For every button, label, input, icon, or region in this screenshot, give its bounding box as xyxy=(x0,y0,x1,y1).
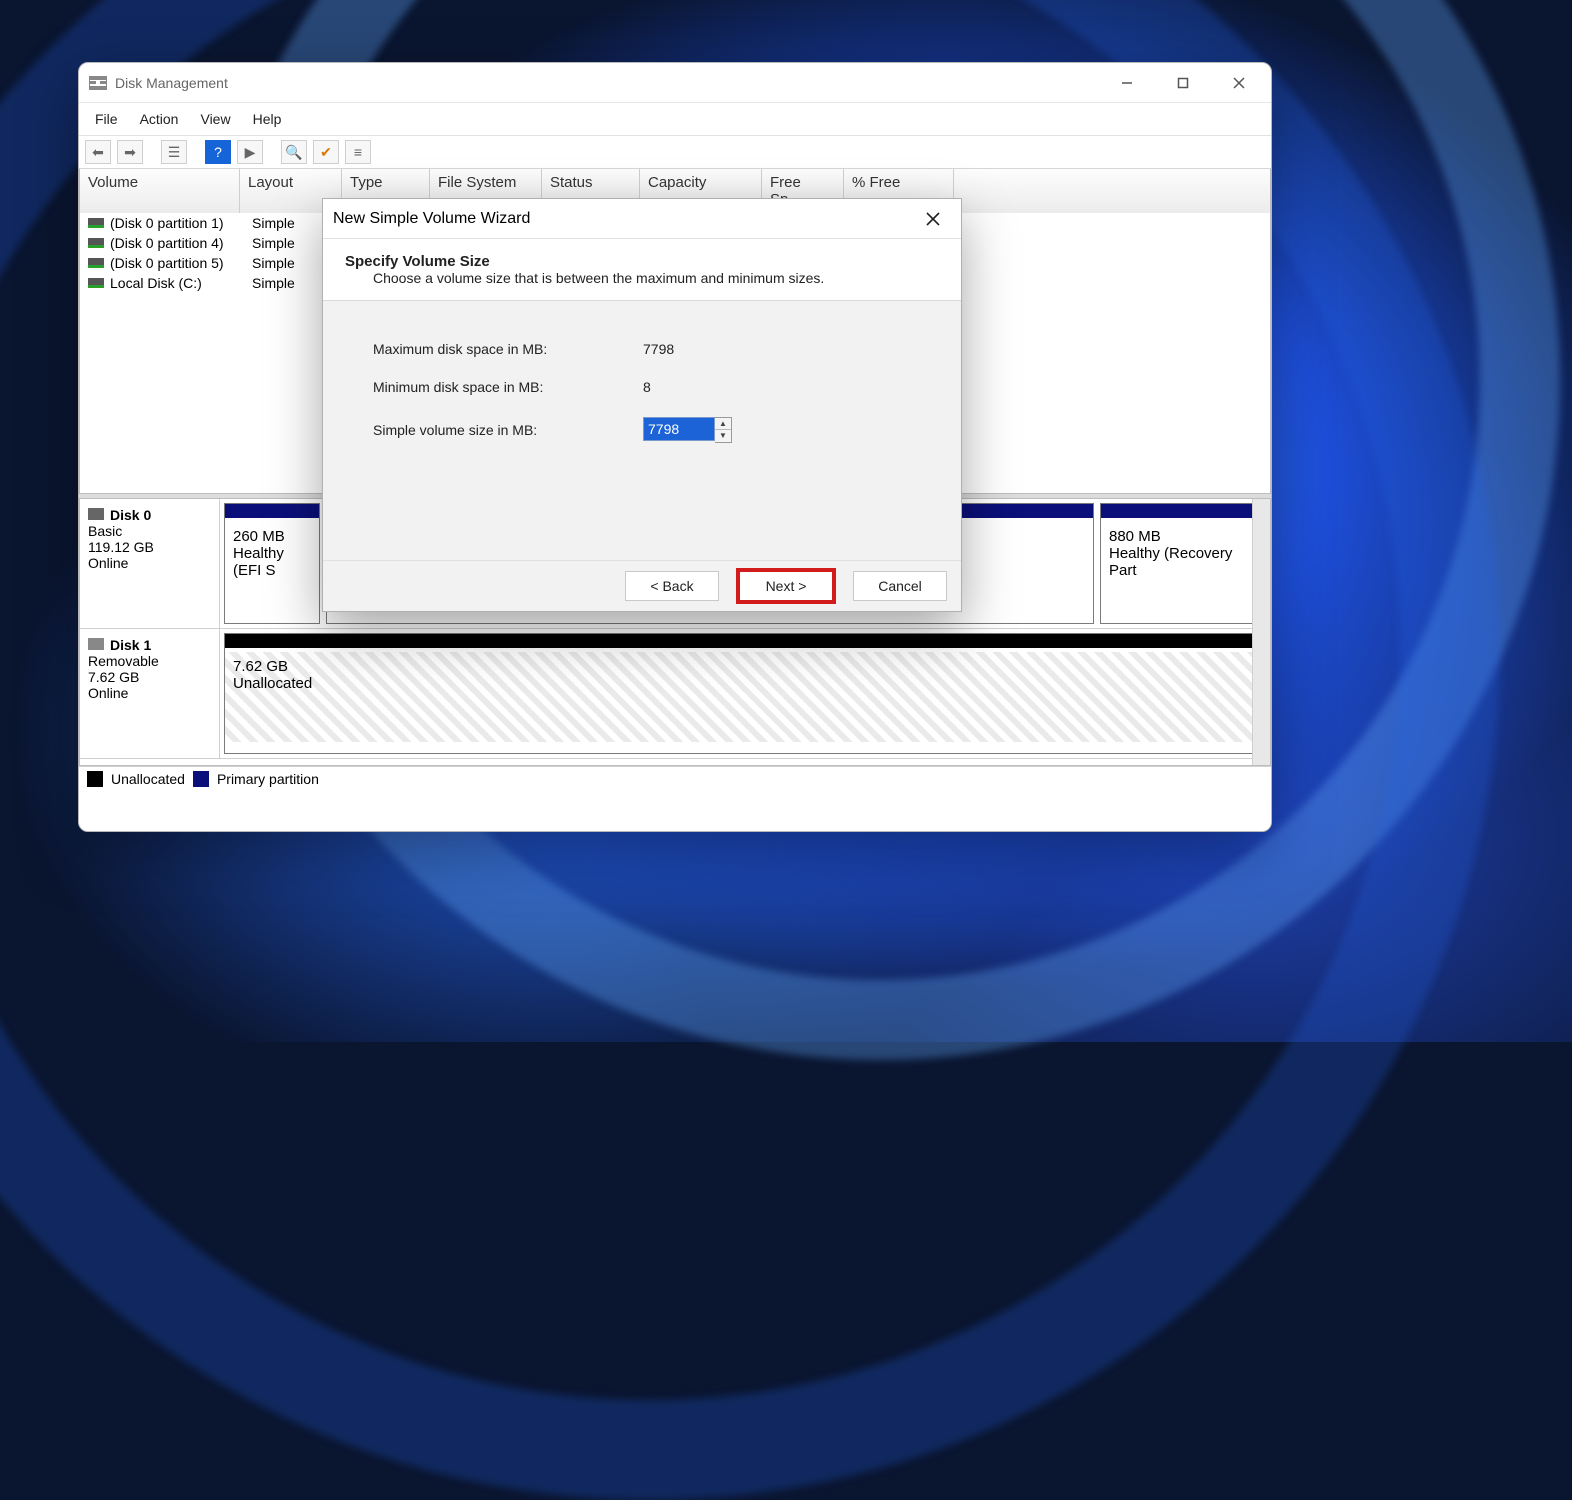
disk-1-kind: Removable xyxy=(88,653,211,669)
partition-size: 7.62 GB xyxy=(233,658,1257,675)
close-icon xyxy=(1233,77,1245,89)
properties-icon: ≡ xyxy=(354,144,362,160)
list-icon: ☰ xyxy=(168,144,181,161)
min-space-label: Minimum disk space in MB: xyxy=(373,379,643,395)
disk-1-label[interactable]: Disk 1 Removable 7.62 GB Online xyxy=(80,629,220,758)
partition-status: Unallocated xyxy=(233,675,1257,692)
help-icon: ? xyxy=(214,144,222,160)
volume-name: (Disk 0 partition 4) xyxy=(110,235,224,251)
disk-1-state: Online xyxy=(88,685,211,701)
minimize-button[interactable] xyxy=(1099,63,1155,103)
legend-swatch-unallocated xyxy=(87,771,103,787)
disk-0-kind: Basic xyxy=(88,523,211,539)
forward-button[interactable]: ➡ xyxy=(117,140,143,164)
back-button[interactable]: ⬅ xyxy=(85,140,111,164)
stepper-up-icon[interactable]: ▲ xyxy=(715,418,731,430)
partition-size: 260 MB xyxy=(233,528,311,545)
dialog-header: Specify Volume Size Choose a volume size… xyxy=(323,239,961,301)
next-button[interactable]: Next > xyxy=(739,571,833,601)
action-button[interactable]: ▶ xyxy=(237,140,263,164)
dialog-heading: Specify Volume Size xyxy=(345,253,939,270)
volume-icon xyxy=(88,258,104,268)
disk0-partition-efi[interactable]: 260 MB Healthy (EFI S xyxy=(224,503,320,624)
disk-1-title: Disk 1 xyxy=(110,637,151,653)
volume-icon xyxy=(88,238,104,248)
maximize-button[interactable] xyxy=(1155,63,1211,103)
titlebar: Disk Management xyxy=(79,63,1271,103)
disk-0-size: 119.12 GB xyxy=(88,539,211,555)
max-space-value: 7798 xyxy=(643,341,674,357)
close-icon xyxy=(926,212,940,226)
run-icon: ▶ xyxy=(245,144,256,161)
menu-action[interactable]: Action xyxy=(130,107,189,131)
legend-swatch-primary xyxy=(193,771,209,787)
volume-size-input[interactable] xyxy=(643,417,715,441)
dialog-title: New Simple Volume Wizard xyxy=(333,210,530,228)
show-list-button[interactable]: ☰ xyxy=(161,140,187,164)
legend-primary: Primary partition xyxy=(217,771,319,787)
min-space-value: 8 xyxy=(643,379,651,395)
new-simple-volume-wizard-dialog: New Simple Volume Wizard Specify Volume … xyxy=(322,198,962,612)
disk-0-label[interactable]: Disk 0 Basic 119.12 GB Online xyxy=(80,499,220,628)
partition-size: 880 MB xyxy=(1109,528,1257,545)
menu-file[interactable]: File xyxy=(85,107,128,131)
legend-unallocated: Unallocated xyxy=(111,771,185,787)
check-icon: ✔ xyxy=(320,144,332,161)
check-button[interactable]: ✔ xyxy=(313,140,339,164)
partition-status: Healthy (Recovery Part xyxy=(1109,545,1257,579)
dialog-button-row: < Back Next > Cancel xyxy=(323,560,961,611)
volume-size-stepper[interactable]: ▲ ▼ xyxy=(715,417,732,443)
menu-help[interactable]: Help xyxy=(243,107,292,131)
back-button[interactable]: < Back xyxy=(625,571,719,601)
menubar: File Action View Help xyxy=(79,103,1271,136)
maximize-icon xyxy=(1177,77,1189,89)
max-space-label: Maximum disk space in MB: xyxy=(373,341,643,357)
forward-arrow-icon: ➡ xyxy=(124,144,136,161)
disk-1-size: 7.62 GB xyxy=(88,669,211,685)
disk0-partition-recovery[interactable]: 880 MB Healthy (Recovery Part xyxy=(1100,503,1266,624)
volume-name: (Disk 0 partition 1) xyxy=(110,215,224,231)
volume-name: Local Disk (C:) xyxy=(110,275,202,291)
volume-name: (Disk 0 partition 5) xyxy=(110,255,224,271)
back-arrow-icon: ⬅ xyxy=(92,144,104,161)
properties-button[interactable]: ≡ xyxy=(345,140,371,164)
volume-size-label: Simple volume size in MB: xyxy=(373,422,643,438)
volume-icon xyxy=(88,278,104,288)
dialog-titlebar: New Simple Volume Wizard xyxy=(323,199,961,239)
search-button[interactable]: 🔍 xyxy=(281,140,307,164)
help-button[interactable]: ? xyxy=(205,140,231,164)
app-icon xyxy=(89,76,107,90)
search-icon: 🔍 xyxy=(285,144,302,161)
window-title: Disk Management xyxy=(115,75,228,91)
minimize-icon xyxy=(1121,77,1133,89)
disk-icon xyxy=(88,638,104,650)
menu-view[interactable]: View xyxy=(190,107,240,131)
legend: Unallocated Primary partition xyxy=(79,766,1271,791)
dialog-subheading: Choose a volume size that is between the… xyxy=(345,270,939,286)
col-volume[interactable]: Volume xyxy=(80,169,240,213)
stepper-down-icon[interactable]: ▼ xyxy=(715,430,731,442)
disk-0-state: Online xyxy=(88,555,211,571)
disk-icon xyxy=(88,508,104,520)
cancel-button[interactable]: Cancel xyxy=(853,571,947,601)
partition-status: Healthy (EFI S xyxy=(233,545,311,579)
dialog-close-button[interactable] xyxy=(915,201,951,237)
volume-icon xyxy=(88,218,104,228)
disk-row-1: Disk 1 Removable 7.62 GB Online 7.62 GB … xyxy=(80,629,1270,759)
toolbar: ⬅ ➡ ☰ ? ▶ 🔍 ✔ ≡ xyxy=(79,136,1271,169)
close-button[interactable] xyxy=(1211,63,1267,103)
disk1-unallocated[interactable]: 7.62 GB Unallocated xyxy=(224,633,1266,754)
vertical-scrollbar[interactable] xyxy=(1252,499,1270,765)
disk-0-title: Disk 0 xyxy=(110,507,151,523)
